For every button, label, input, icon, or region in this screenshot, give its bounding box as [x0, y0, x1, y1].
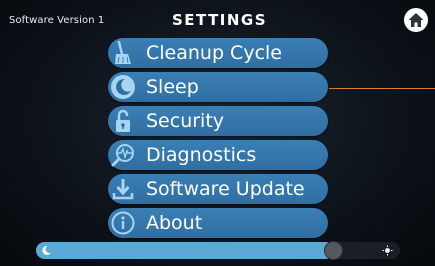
info-icon [111, 211, 135, 235]
menu-item-sleep[interactable]: z Sleep [108, 72, 328, 102]
menu-item-about[interactable]: About [108, 208, 328, 238]
menu-item-cleanup-cycle[interactable]: Cleanup Cycle [108, 38, 328, 68]
download-icon [112, 179, 134, 200]
home-button[interactable] [404, 8, 428, 32]
brightness-slider-fill [36, 242, 334, 259]
menu-item-label: Diagnostics [146, 144, 257, 166]
menu-item-label: Sleep [146, 76, 199, 98]
menu-item-label: Software Update [146, 178, 305, 200]
brightness-slider[interactable] [36, 241, 400, 260]
moon-icon [42, 245, 51, 255]
padlock-icon [116, 109, 130, 132]
menu-item-label: About [146, 212, 203, 234]
page-title: SETTINGS [171, 11, 268, 29]
menu-item-security[interactable]: Security [108, 106, 328, 136]
settings-menu: Cleanup Cycle z Sleep Security Diagnosti… [0, 36, 435, 240]
home-icon [408, 13, 424, 27]
annotation-line [329, 88, 435, 89]
menu-item-diagnostics[interactable]: Diagnostics [108, 140, 328, 170]
brightness-slider-handle[interactable] [324, 241, 343, 260]
menu-item-label: Security [146, 110, 225, 132]
settings-screen: Software Version 1 SETTINGS Cleanup Cycl… [0, 0, 435, 266]
sun-icon [382, 245, 393, 256]
svg-text:z: z [118, 80, 121, 87]
heartbeat-icon [111, 144, 134, 167]
moon-icon: z [111, 75, 135, 99]
broom-icon [115, 40, 131, 64]
menu-item-software-update[interactable]: Software Update [108, 174, 328, 204]
menu-item-label: Cleanup Cycle [146, 42, 282, 64]
